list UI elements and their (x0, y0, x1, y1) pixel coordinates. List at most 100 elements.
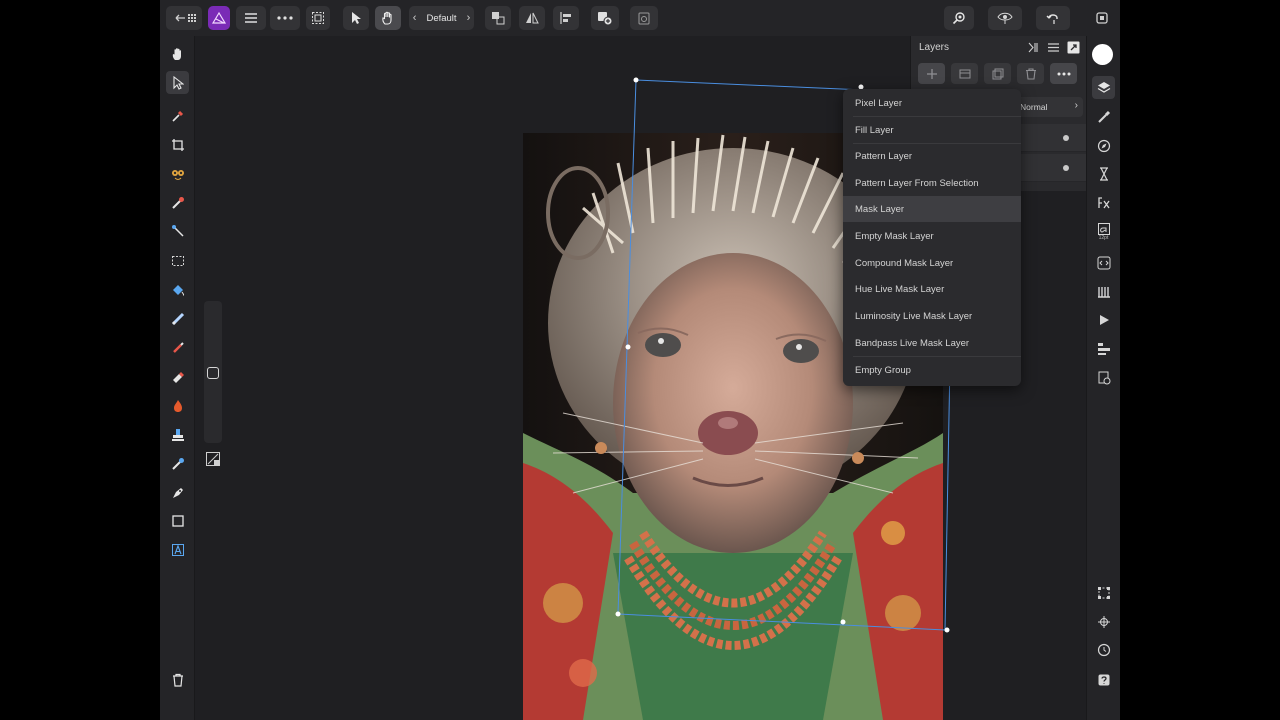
slider-knob[interactable] (207, 367, 219, 379)
view-mode-button[interactable] (988, 6, 1022, 30)
swatches-studio-button[interactable] (1092, 280, 1115, 303)
eye-hand-icon (997, 12, 1013, 24)
panel-list-icon[interactable] (1047, 41, 1060, 54)
play-icon (1099, 314, 1109, 325)
expand-panel-icon[interactable] (1067, 41, 1080, 54)
collapse-panel-icon[interactable] (1027, 41, 1040, 54)
effects-studio-button[interactable] (1092, 191, 1115, 214)
handle-bottom-right[interactable] (944, 627, 950, 633)
more-options-button[interactable] (270, 6, 300, 30)
move-tool-button[interactable] (343, 6, 369, 30)
delete-button[interactable] (166, 668, 189, 691)
affinity-photo-logo-icon[interactable] (208, 6, 230, 30)
crop-tool[interactable] (166, 133, 189, 156)
handle-top-left[interactable] (633, 77, 639, 83)
menu-item-hue-live-mask-layer[interactable]: Hue Live Mask Layer (843, 276, 1021, 302)
snapping-button[interactable] (1092, 581, 1115, 604)
magnifier-icon (952, 12, 965, 25)
color-well[interactable] (1092, 44, 1113, 65)
visibility-dot-icon[interactable] (1063, 165, 1069, 171)
rectangle-tool[interactable] (166, 509, 189, 532)
back-to-documents-button[interactable] (166, 6, 202, 30)
character-studio-button[interactable]: 12pt (1092, 220, 1115, 243)
help-button[interactable] (1092, 668, 1115, 691)
burn-tool[interactable] (166, 394, 189, 417)
boolean-add-button[interactable] (591, 6, 619, 30)
hand-gesture-button[interactable] (375, 6, 401, 30)
settings-studio-button[interactable] (1092, 366, 1115, 389)
handle-bottom[interactable] (840, 619, 846, 625)
menu-item-mask-layer[interactable]: Mask Layer (843, 196, 1021, 222)
history-button[interactable] (1092, 638, 1115, 661)
selection-toggle-button[interactable] (306, 6, 330, 30)
erase-brush-tool[interactable] (166, 365, 189, 388)
add-adjustment-button[interactable] (951, 63, 978, 84)
zoom-button[interactable] (944, 6, 974, 30)
menu-item-luminosity-live-mask-layer[interactable]: Luminosity Live Mask Layer (843, 303, 1021, 329)
main-menu-button[interactable] (236, 6, 266, 30)
layers-studio-button[interactable] (1092, 76, 1115, 99)
layer-options-button[interactable] (1050, 63, 1077, 84)
pen-tool[interactable] (166, 481, 189, 504)
brush-icon (1097, 110, 1110, 123)
cursor-icon (172, 75, 184, 90)
flood-fill-tool[interactable] (166, 278, 189, 301)
menu-item-compound-mask-layer[interactable]: Compound Mask Layer (843, 250, 1021, 276)
paintbrush-icon (172, 341, 184, 353)
stamp-icon (171, 428, 184, 441)
persona-icon (1096, 12, 1108, 24)
clone-brush-tool[interactable] (166, 423, 189, 446)
view-tool[interactable] (166, 42, 189, 65)
visibility-dot-icon[interactable] (1063, 135, 1069, 141)
add-layer-menu: Pixel Layer Fill Layer Pattern Layer Pat… (843, 89, 1021, 386)
affinity-photo-window: ‹ Default › Layers Normal › Pixel Layer … (160, 0, 1120, 720)
menu-item-pixel-layer[interactable]: Pixel Layer (843, 90, 1021, 116)
text-tool[interactable] (166, 538, 189, 561)
menu-item-pattern-layer-from-selection[interactable]: Pattern Layer From Selection (843, 170, 1021, 196)
transform-studio-button[interactable] (1092, 337, 1115, 360)
menu-item-fill-layer[interactable]: Fill Layer (843, 117, 1021, 143)
paint-brush-tool[interactable] (166, 336, 189, 359)
menu-item-bandpass-live-mask-layer[interactable]: Bandpass Live Mask Layer (843, 330, 1021, 356)
selection-brush-tool[interactable] (166, 219, 189, 242)
add-layer-button[interactable] (918, 63, 945, 84)
opacity-slider[interactable] (204, 301, 222, 443)
handle-left[interactable] (625, 344, 631, 350)
align-button[interactable] (553, 6, 579, 30)
chevron-right-icon[interactable]: › (467, 12, 471, 24)
history-studio-button[interactable] (1092, 162, 1115, 185)
healing-brush-tool[interactable] (166, 191, 189, 214)
red-eye-tool[interactable] (166, 162, 189, 185)
handle-bottom-left[interactable] (615, 611, 621, 617)
text-a-icon (1097, 222, 1110, 235)
flip-button[interactable] (519, 6, 545, 30)
menu-item-pattern-layer[interactable]: Pattern Layer (843, 143, 1021, 169)
chevron-left-icon[interactable]: ‹ (413, 12, 417, 24)
duplicate-layer-button[interactable] (984, 63, 1011, 84)
gradient-tool[interactable] (166, 307, 189, 330)
ellipsis-icon (1057, 72, 1070, 75)
navigator-studio-button[interactable] (1092, 134, 1115, 157)
menu-item-empty-group[interactable]: Empty Group (843, 357, 1021, 383)
transform-origin-button[interactable] (1092, 610, 1115, 633)
marquee-select-icon (312, 12, 324, 24)
undo-redo-button[interactable] (1036, 6, 1070, 30)
delete-layer-button[interactable] (1017, 63, 1044, 84)
mask-toggle-button[interactable] (205, 451, 221, 467)
brushes-studio-button[interactable] (1092, 105, 1115, 128)
macro-studio-button[interactable] (1092, 308, 1115, 331)
blend-mode-select[interactable]: Normal › (1017, 97, 1083, 117)
text-styles-studio-button[interactable] (1092, 251, 1115, 274)
arrange-button[interactable] (485, 6, 511, 30)
preset-selector[interactable]: ‹ Default › (409, 6, 474, 30)
document-settings-button[interactable] (630, 6, 658, 30)
hamburger-icon (245, 13, 257, 23)
pointer-icon (352, 12, 361, 24)
marquee-tool[interactable] (166, 249, 189, 272)
menu-item-empty-mask-layer[interactable]: Empty Mask Layer (843, 223, 1021, 249)
eyedropper-icon (171, 110, 183, 122)
smudge-tool[interactable] (166, 452, 189, 475)
color-picker-tool[interactable] (166, 104, 189, 127)
move-tool[interactable] (166, 71, 189, 94)
personas-button[interactable] (1090, 6, 1114, 30)
